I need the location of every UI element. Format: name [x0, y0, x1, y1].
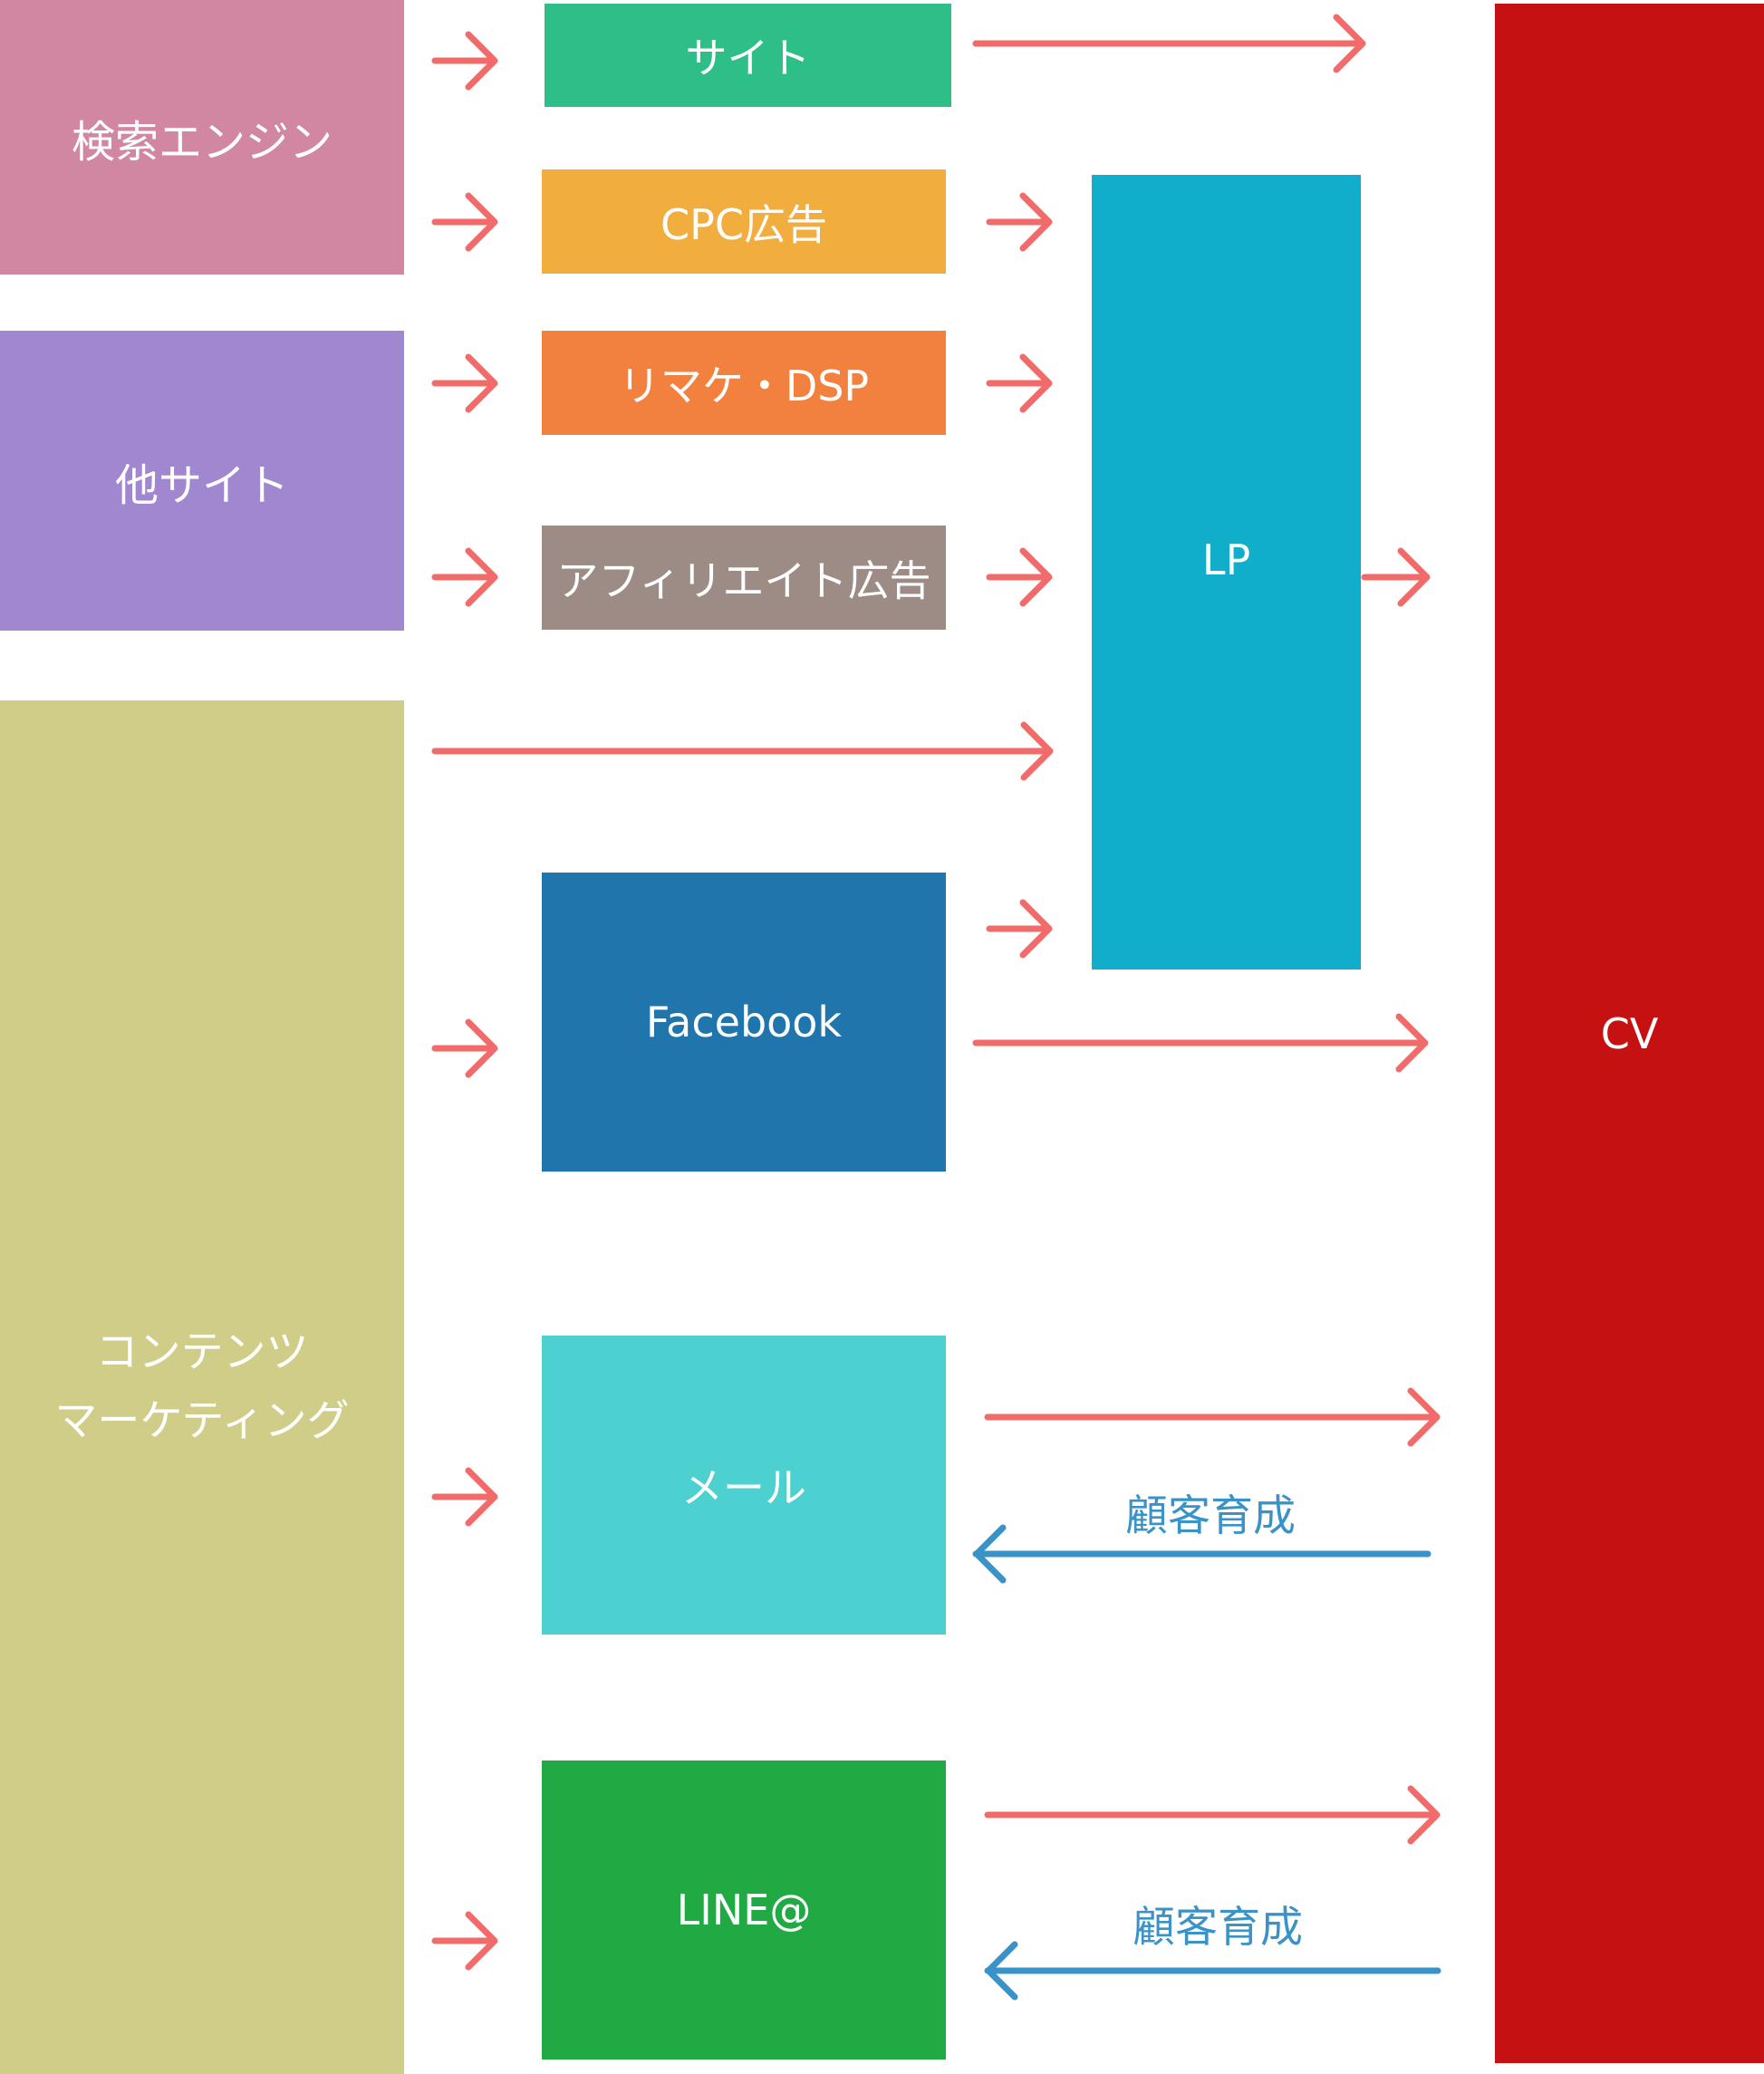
arrow-facebook-to-cv: [972, 1013, 1429, 1073]
arrow-nurture-cv-to-line: [984, 1941, 1441, 2001]
arrow-other-to-affiliate: [431, 547, 498, 607]
arrow-search-to-cpc: [431, 192, 498, 252]
arrow-cpc-to-lp: [986, 192, 1053, 252]
arrow-other-to-remarketing: [431, 353, 498, 413]
arrows-layer: [431, 14, 1441, 2001]
arrow-facebook-to-lp: [986, 899, 1053, 959]
arrow-nurture-cv-to-mail: [972, 1524, 1431, 1584]
arrow-search-to-site: [431, 31, 498, 91]
arrow-content-to-mail: [431, 1467, 498, 1527]
arrow-site-to-cv: [972, 14, 1366, 73]
arrow-content-to-lp: [431, 721, 1054, 781]
arrow-content-to-facebook: [431, 1018, 498, 1078]
arrow-line-to-cv: [984, 1785, 1441, 1845]
arrow-content-to-line: [431, 1911, 498, 1971]
arrow-lp-to-cv: [1361, 547, 1431, 607]
arrow-remarketing-to-lp: [986, 353, 1053, 413]
arrow-affiliate-to-lp: [986, 547, 1053, 607]
arrow-mail-to-cv: [984, 1387, 1441, 1447]
